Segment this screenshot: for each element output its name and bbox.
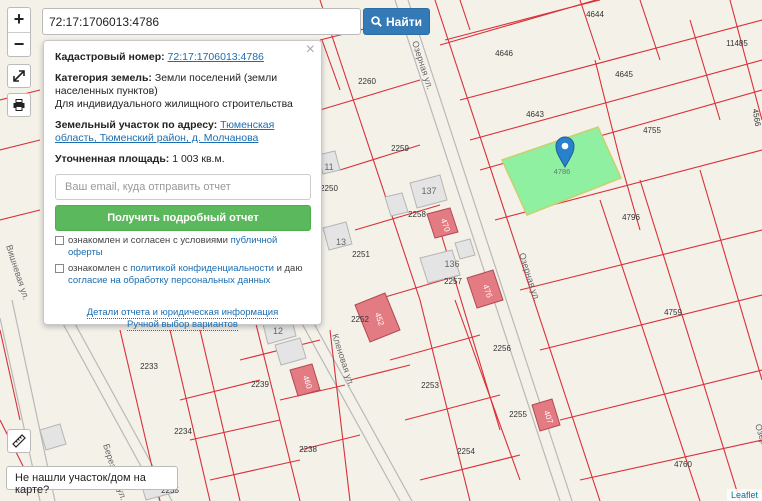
parcel-label: 4796 [622,213,640,222]
privacy-agreement-label: ознакомлен с [68,263,128,274]
parcel-label: 2233 [140,362,158,371]
report-details-link[interactable]: Детали отчета и юридическая информация [86,307,279,319]
area-value: 1 003 кв.м. [172,153,225,165]
close-icon[interactable]: × [306,42,315,58]
popup-links: Детали отчета и юридическая информация Р… [55,307,310,331]
printer-icon [13,99,25,111]
parcel-label: 2257 [444,277,462,286]
parcel-label: 11485 [726,39,748,48]
parcel-label: 2238 [299,445,317,454]
data-processing-consent-link[interactable]: согласие на обработку персональных данны… [68,275,270,286]
search-input[interactable]: 72:17:1706013:4786 [42,8,361,35]
building-label: 137 [421,186,436,196]
leaflet-link[interactable]: Leaflet [731,490,758,500]
land-category-label: Категория земель: [55,72,152,84]
parcel-label: 2256 [493,344,511,353]
land-use-value: Для индивидуального жилищного строительс… [55,98,293,110]
offer-agreement-text: ознакомлен и согласен с условиями публич… [68,235,310,259]
building-label: 13 [336,237,346,247]
parcel-label: 2258 [408,210,426,219]
privacy-agreement-label-2: и даю [276,263,303,274]
find-button[interactable]: Найти [363,8,430,35]
ruler-icon [12,434,26,448]
measure-button[interactable] [7,429,31,453]
search-icon [371,16,382,27]
parcel-label: 2260 [358,77,376,86]
cadastral-number-row: Кадастровый номер: 72:17:1706013:4786 [55,51,310,64]
parcel-label: 4759 [664,308,682,317]
area-label: Уточненная площадь: [55,153,170,165]
privacy-agreement-row: ознакомлен с политикой конфиденциальност… [55,263,310,287]
parcel-label: 4786 [554,167,571,176]
area-row: Уточненная площадь: 1 003 кв.м. [55,153,310,166]
parcel-label: 4755 [643,126,661,135]
parcel-label: 2252 [351,315,369,324]
offer-agreement-label: ознакомлен и согласен с условиями [68,235,228,246]
privacy-policy-link[interactable]: политикой конфиденциальности [130,263,274,274]
address-row: Земельный участок по адресу: Тюменская о… [55,119,310,145]
parcel-label: 4644 [586,10,604,19]
zoom-in-button[interactable]: + [8,8,30,32]
print-button[interactable] [7,93,31,117]
cadastral-number-link[interactable]: 72:17:1706013:4786 [168,51,264,63]
expand-icon [13,70,25,82]
parcel-label: 2253 [421,381,439,390]
zoom-out-button[interactable]: − [8,32,30,56]
offer-agreement-row: ознакомлен и согласен с условиями публич… [55,235,310,259]
find-button-label: Найти [386,14,422,29]
parcel-label: 2251 [352,250,370,259]
parcel-label: 4645 [615,70,633,79]
parcel-label: 4643 [526,110,544,119]
parcel-label: 2255 [509,410,527,419]
zoom-control: + − [7,7,31,57]
privacy-checkbox[interactable] [55,264,64,273]
not-found-button[interactable]: Не нашли участок/дом на карте? [6,466,178,496]
parcel-info-popup: × Кадастровый номер: 72:17:1706013:4786 … [43,40,322,331]
parcel-label: 2250 [320,184,338,193]
parcel-label: 2254 [457,447,475,456]
building-label: 136 [444,259,459,269]
fullscreen-button[interactable] [7,64,31,88]
cadastral-number-label: Кадастровый номер: [55,51,165,63]
building-label: 11 [324,162,333,172]
manual-selection-link[interactable]: Ручной выбор вариантов [127,319,238,331]
parcel-label: 2239 [251,380,269,389]
address-label: Земельный участок по адресу: [55,119,218,131]
parcel-label: 2234 [174,427,192,436]
privacy-agreement-text: ознакомлен с политикой конфиденциальност… [68,263,310,287]
attribution: Leaflet [726,489,762,501]
parcel-label: 2259 [391,144,409,153]
land-category-row: Категория земель: Земли поселений (земли… [55,72,310,111]
offer-checkbox[interactable] [55,236,64,245]
parcel-label: 4646 [495,49,513,58]
email-field[interactable]: Ваш email, куда отправить отчет [55,174,311,200]
parcel-label: 4760 [674,460,692,469]
get-report-button[interactable]: Получить подробный отчет [55,205,311,231]
